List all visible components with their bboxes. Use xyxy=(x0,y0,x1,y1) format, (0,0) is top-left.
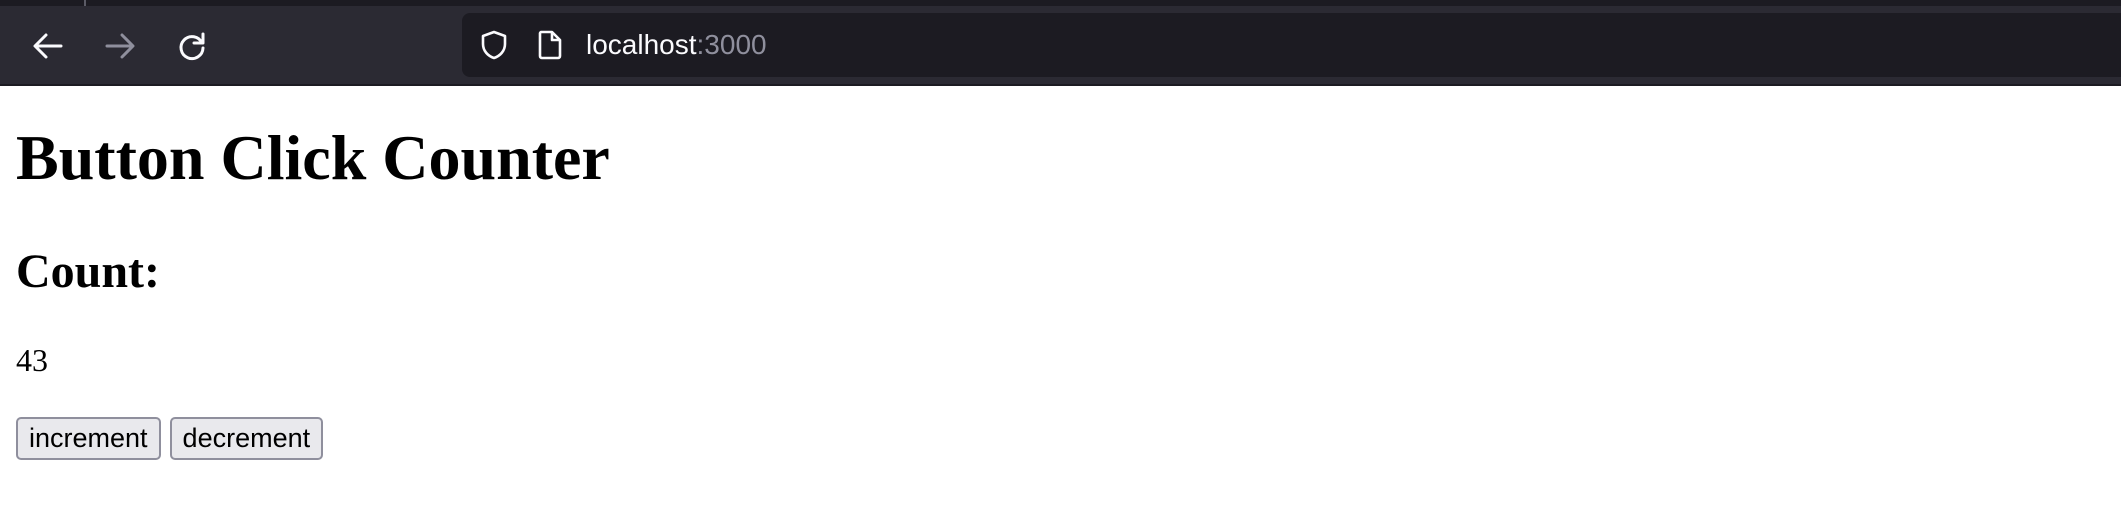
shield-icon[interactable] xyxy=(478,29,510,61)
url-host: localhost xyxy=(586,29,697,60)
increment-button[interactable]: increment xyxy=(16,417,161,460)
arrow-right-icon xyxy=(103,29,137,63)
count-value: 43 xyxy=(16,342,48,378)
address-bar[interactable]: localhost:3000 xyxy=(462,13,2121,77)
browser-toolbar: localhost:3000 xyxy=(0,0,2121,86)
decrement-button[interactable]: decrement xyxy=(169,417,324,460)
tab-separator xyxy=(84,0,86,6)
count-heading: Count: xyxy=(16,245,161,298)
page-content: Button Click Counter Count: 43 increment… xyxy=(16,88,2121,522)
back-button[interactable] xyxy=(24,22,72,70)
forward-button[interactable] xyxy=(96,22,144,70)
url-text[interactable]: localhost:3000 xyxy=(586,27,767,63)
document-icon[interactable] xyxy=(534,29,566,61)
tab-strip-edge xyxy=(0,0,2121,6)
url-port: :3000 xyxy=(696,29,767,60)
arrow-left-icon xyxy=(31,29,65,63)
page-title: Button Click Counter xyxy=(16,122,610,193)
button-row: increment decrement xyxy=(16,417,324,460)
reload-icon xyxy=(175,29,209,63)
reload-button[interactable] xyxy=(168,22,216,70)
